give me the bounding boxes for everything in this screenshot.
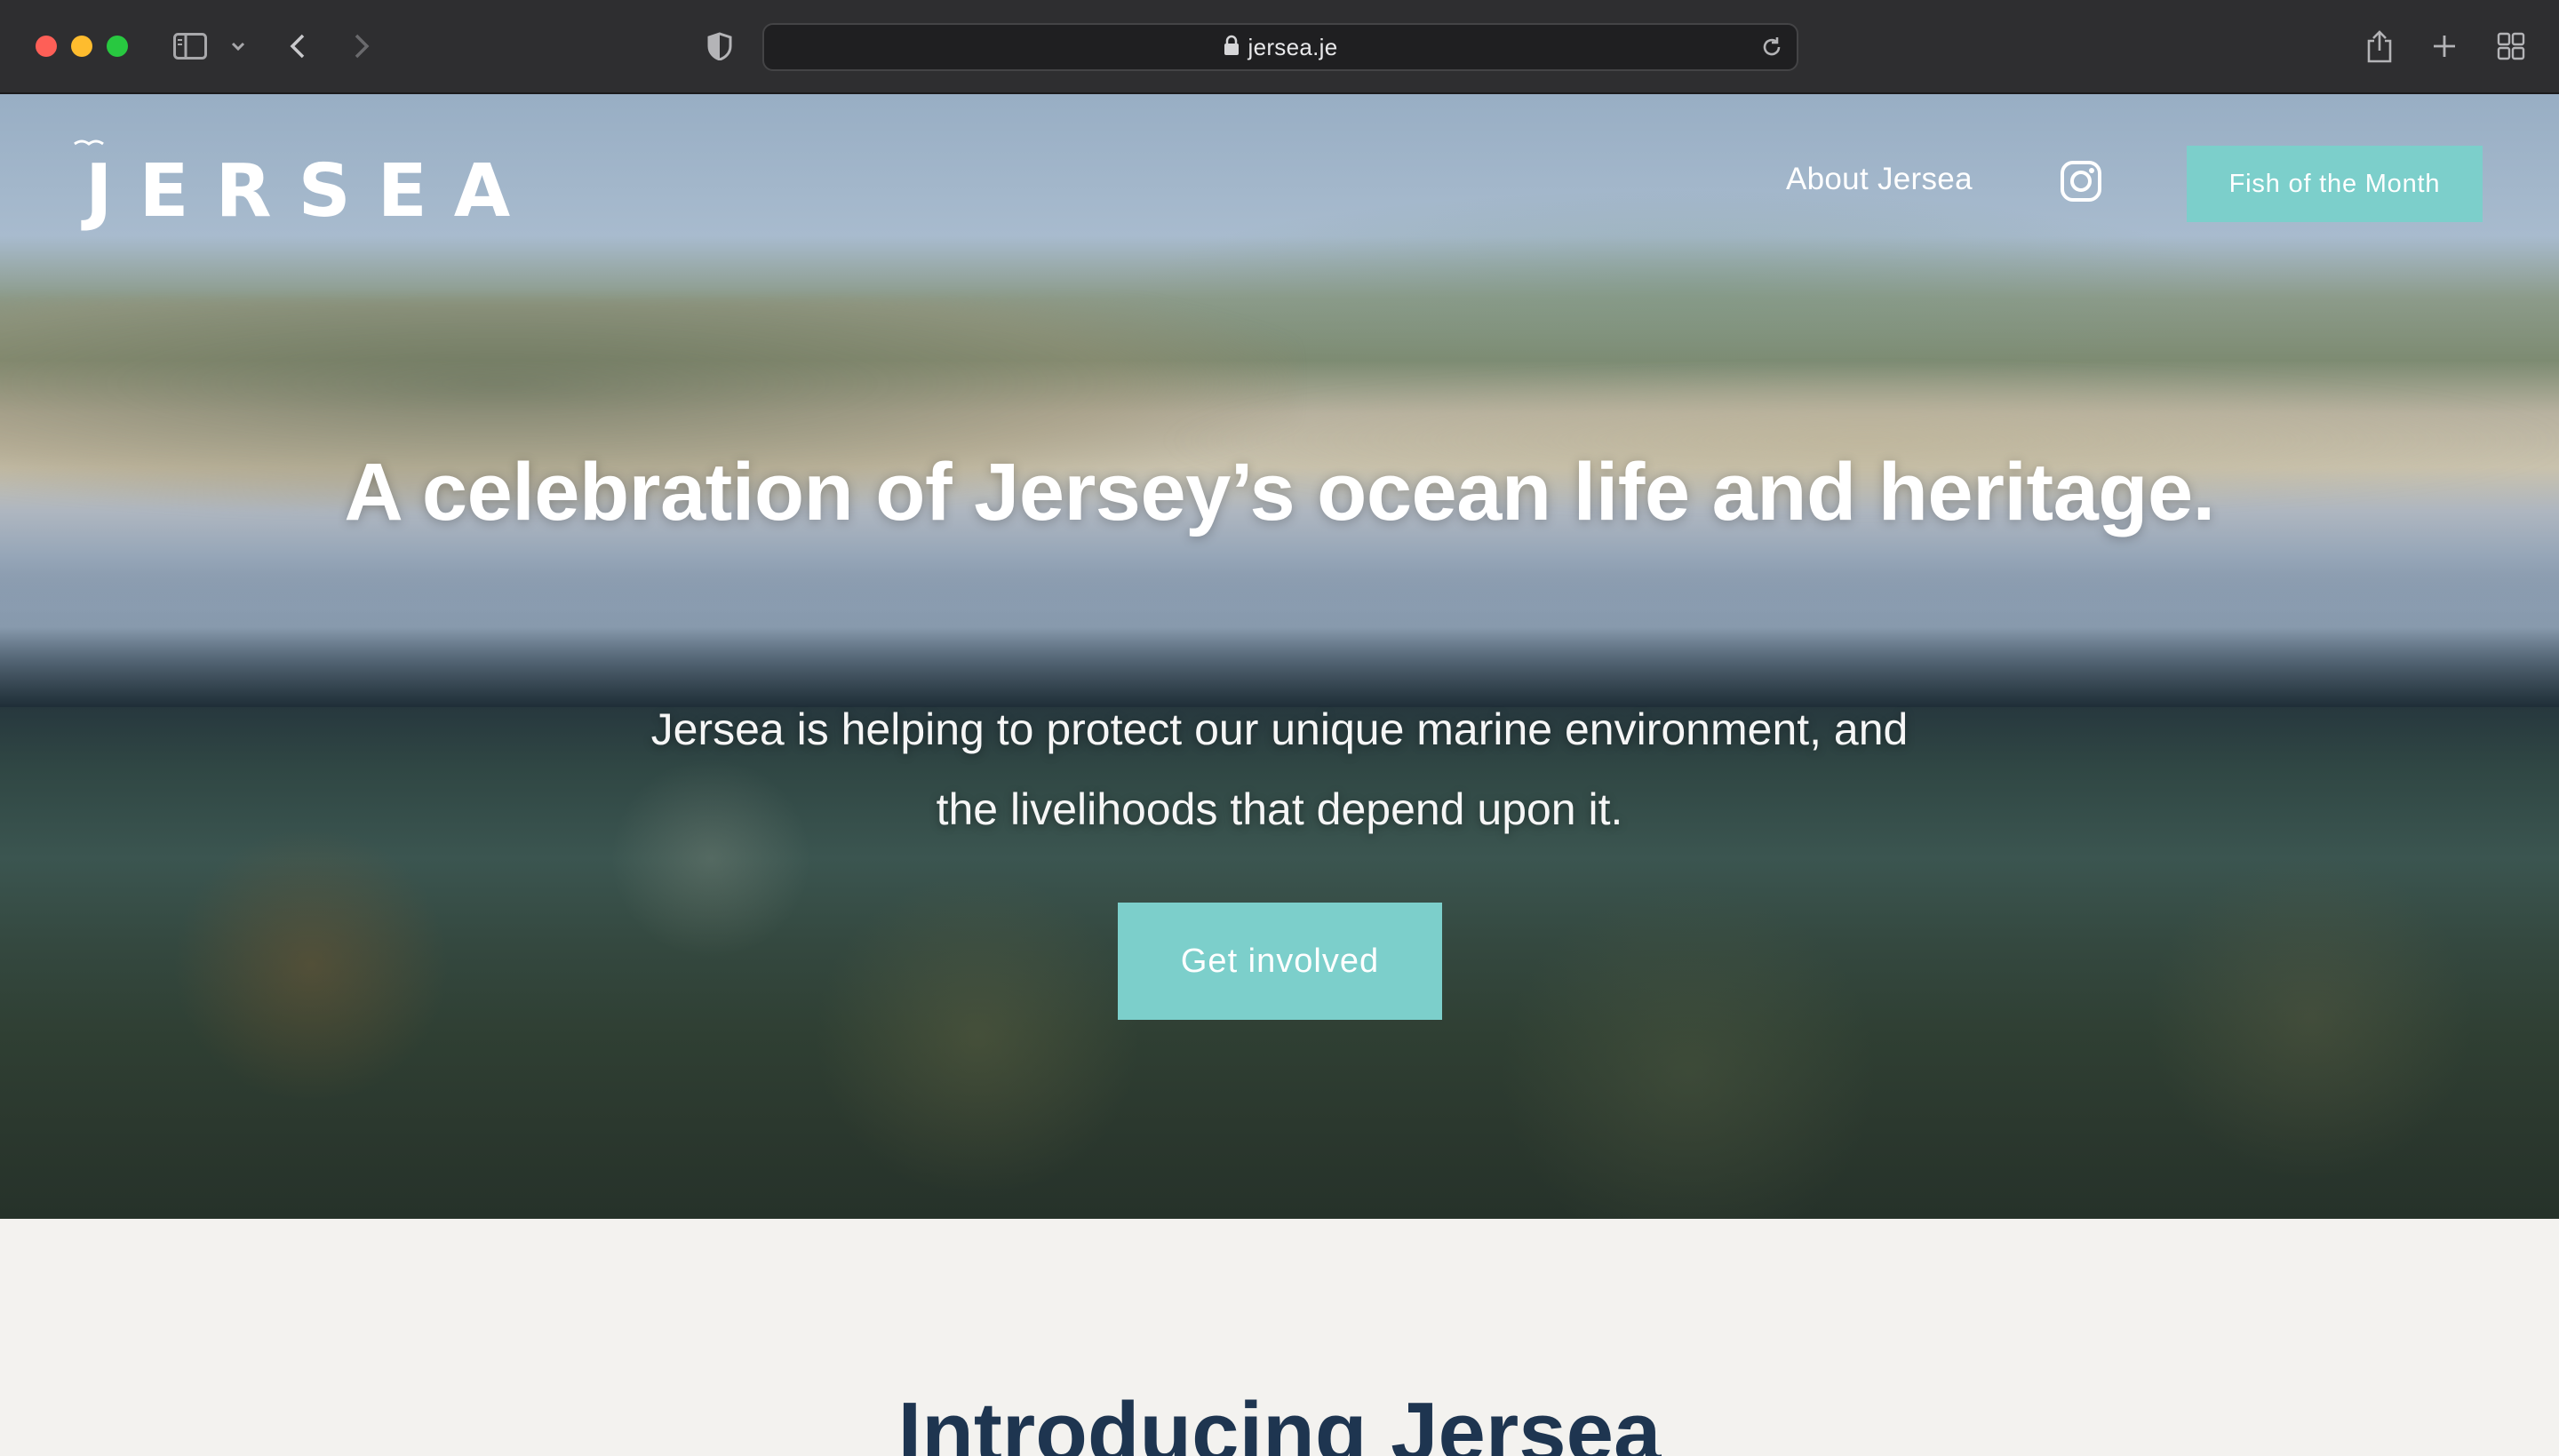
minimize-window-button[interactable]: [71, 36, 92, 57]
logo-text: JERSEA: [85, 149, 538, 234]
nav-about-link[interactable]: About Jersea: [1786, 162, 1973, 197]
close-window-button[interactable]: [36, 36, 57, 57]
forward-icon[interactable]: [348, 27, 375, 66]
intro-section: Introducing Jersea: [0, 1219, 2559, 1456]
lock-icon: [1224, 35, 1240, 60]
tab-overview-icon[interactable]: [2495, 27, 2527, 66]
hero-section: JERSEA About Jersea Fish of the Month A …: [0, 94, 2559, 1219]
hero-subtitle: Jersea is helping to protect our unique …: [650, 704, 1909, 834]
sidebar-icon[interactable]: [172, 27, 208, 66]
instagram-icon[interactable]: [2060, 160, 2102, 203]
url-text: jersea.je: [1248, 33, 1338, 60]
address-bar[interactable]: jersea.je: [762, 23, 1798, 71]
zoom-window-button[interactable]: [107, 36, 128, 57]
browser-toolbar: jersea.je: [0, 0, 2559, 94]
back-icon[interactable]: [284, 27, 311, 66]
site-logo[interactable]: JERSEA: [74, 139, 538, 234]
chevron-down-icon[interactable]: [227, 27, 249, 66]
shield-icon[interactable]: [706, 27, 734, 66]
bird-icon: [74, 139, 104, 146]
share-icon[interactable]: [2364, 27, 2396, 66]
hero-background-waterline: [0, 574, 2559, 707]
intro-heading: Introducing Jersea: [897, 1385, 1662, 1456]
hero-title: A celebration of Jersey’s ocean life and…: [344, 447, 2215, 537]
new-tab-icon[interactable]: [2429, 27, 2459, 66]
fish-of-the-month-button[interactable]: Fish of the Month: [2187, 146, 2483, 222]
reload-icon[interactable]: [1759, 35, 1784, 64]
get-involved-button[interactable]: Get involved: [1118, 903, 1442, 1020]
